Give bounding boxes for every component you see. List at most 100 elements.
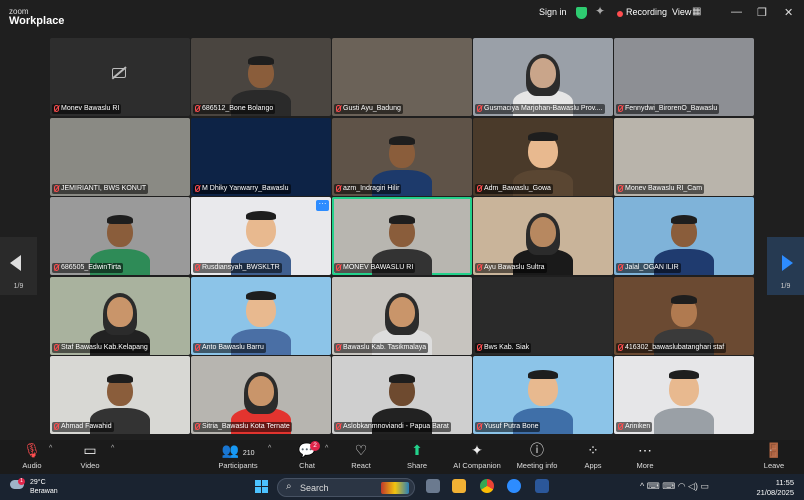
participant-tile[interactable]: Yusuf Putra Bone <box>473 356 613 434</box>
participant-tile[interactable]: 686505_EdwinTirta <box>50 197 190 275</box>
participant-name: Jalal_OGAN ILIR <box>616 263 681 273</box>
participant-tile[interactable]: 416302_bawaslubatanghari staf <box>614 276 754 355</box>
hair <box>107 374 133 383</box>
previous-page-button[interactable]: 1/9 <box>0 237 37 295</box>
participant-name: Ariniken <box>616 422 653 432</box>
mic-muted-icon <box>336 105 341 112</box>
participant-name-text: Adm_Bawaslu_Gowa <box>484 184 551 192</box>
participant-tile[interactable]: Bawaslu Kab. Tasikmalaya <box>332 276 472 355</box>
mic-muted-icon <box>477 423 482 430</box>
participants-label: Participants <box>218 461 258 470</box>
participant-tile[interactable]: Staf Bawaslu Kab.Kelapang <box>50 276 190 355</box>
close-button[interactable]: ✕ <box>784 6 793 19</box>
participant-tile[interactable]: Monev Bawaslu RI_Cam <box>614 117 754 196</box>
video-options-chevron-icon[interactable]: ^ <box>111 445 114 452</box>
participants-options-chevron-icon[interactable]: ^ <box>268 445 271 452</box>
mic-muted-icon <box>195 423 200 430</box>
participant-name: Monev Bawaslu RI_Cam <box>616 183 705 194</box>
system-tray-icons[interactable]: ^ ⌨ ⌨ ◠ ◁) ▭ <box>640 481 709 492</box>
zoom-app-icon[interactable] <box>507 479 521 493</box>
participant-name: Ayu Bawaslu Sultra <box>475 263 547 273</box>
participant-name-text: Bawaslu Kab. Tasikmalaya <box>343 343 427 351</box>
participant-name-text: Bws Kab. Siak <box>484 343 530 351</box>
view-button[interactable]: View <box>672 7 691 17</box>
title-bar: zoom Workplace Sign in ✦ Recording View … <box>0 0 804 30</box>
temperature: 29°C <box>30 479 46 486</box>
participant-tile[interactable]: Gusmaciya Marjohan-Bawaslu Prov.... <box>473 38 613 116</box>
participant-tile[interactable]: Sitria_Bawaslu Kota Ternate <box>191 356 331 434</box>
participant-name: Aslobkanmnoviandi - Papua Barat <box>334 422 451 432</box>
zoom-logo: zoom Workplace <box>9 5 64 27</box>
security-shield-icon[interactable] <box>576 7 587 19</box>
tile-options-button[interactable]: ··· <box>316 200 329 211</box>
participant-head <box>248 376 274 406</box>
recording-label[interactable]: Recording <box>626 7 667 17</box>
next-page-button[interactable]: 1/9 <box>767 237 804 295</box>
mic-muted-icon <box>54 264 59 271</box>
participant-name: Bws Kab. Siak <box>475 342 532 353</box>
participant-name-text: Aslobkanmnoviandi - Papua Barat <box>343 423 449 430</box>
page-indicator-right: 1/9 <box>780 283 791 290</box>
participant-name-text: 686505_EdwinTirta <box>61 264 122 271</box>
participant-name: Ahmad Fawahid <box>52 422 114 432</box>
leave-label: Leave <box>763 461 785 470</box>
participant-tile[interactable]: MONEV BAWASLU RI <box>332 197 472 275</box>
minimize-button[interactable]: — <box>731 6 742 18</box>
hair <box>246 211 276 220</box>
participant-tile[interactable]: ··· Rusdiansyah_BWSKLTR <box>191 197 331 275</box>
task-view-icon[interactable] <box>426 479 440 493</box>
participant-name: Fennydwi_BirorenO_Bawaslu <box>616 104 720 114</box>
participant-name-text: Anto Bawaslu Barru <box>202 343 264 351</box>
more-button[interactable]: ⋯ More <box>610 441 680 470</box>
recording-dot-icon <box>617 11 623 17</box>
video-label: Video <box>80 461 100 470</box>
participant-tile[interactable]: Ariniken <box>614 356 754 434</box>
participant-name-text: M Dhiky Yanwarry_Bawaslu <box>202 184 289 192</box>
participants-button[interactable]: 👥 210 Participants <box>203 441 273 470</box>
participant-tile[interactable]: azm_Indragiri Hilir <box>332 117 472 196</box>
word-icon[interactable] <box>535 479 549 493</box>
participant-name: Sitria_Bawaslu Kota Ternate <box>193 422 292 432</box>
mic-muted-icon <box>477 105 482 112</box>
participant-tile[interactable]: Monev Bawaslu RI <box>50 38 190 116</box>
participant-tile[interactable]: Adm_Bawaslu_Gowa <box>473 117 613 196</box>
participant-tile[interactable]: M Dhiky Yanwarry_Bawaslu <box>191 117 331 196</box>
taskbar-search[interactable]: ⌕ Search <box>277 478 415 497</box>
mic-muted-icon <box>477 264 482 271</box>
video-button[interactable]: ▭ Video <box>55 441 125 470</box>
chrome-icon[interactable] <box>480 479 494 493</box>
participant-name-text: Rusdiansyah_BWSKLTR <box>202 264 280 271</box>
participant-name: MONEV BAWASLU RI <box>334 263 416 273</box>
weather-widget[interactable]: 1 29°C Berawan <box>10 478 58 496</box>
more-label: More <box>636 461 654 470</box>
ai-sparkle-icon[interactable]: ✦ <box>595 4 605 18</box>
restore-button[interactable]: ❐ <box>757 6 767 19</box>
leave-button[interactable]: 🚪 Leave <box>739 441 804 470</box>
participant-tile[interactable]: 686512_Bone Bolango <box>191 38 331 116</box>
windows-start-icon[interactable] <box>255 480 268 493</box>
video-grid: Monev Bawaslu RI 686512_Bone Bolango Gusti… <box>50 38 754 435</box>
file-explorer-icon[interactable] <box>452 479 466 493</box>
grid-view-icon[interactable]: ▦ <box>692 6 701 17</box>
arrow-right-icon <box>782 255 793 271</box>
participant-tile[interactable]: Bws Kab. Siak <box>473 276 613 355</box>
participant-tile[interactable]: Jalal_OGAN ILIR <box>614 197 754 275</box>
mic-muted-icon <box>336 343 341 351</box>
participant-name-text: 416302_bawaslubatanghari staf <box>625 343 725 351</box>
sign-in-button[interactable]: Sign in <box>539 7 567 17</box>
participants-count: 210 <box>242 450 255 457</box>
audio-options-chevron-icon[interactable]: ^ <box>49 445 52 452</box>
participant-tile[interactable]: Anto Bawaslu Barru <box>191 276 331 355</box>
windows-taskbar: 1 29°C Berawan ⌕ Search ^ ⌨ ⌨ ◠ ◁) ▭ 11:… <box>0 474 804 500</box>
participant-tile[interactable]: Ayu Bawaslu Sultra <box>473 197 613 275</box>
search-placeholder: Search <box>300 483 329 493</box>
participant-tile[interactable]: Fennydwi_BirorenO_Bawaslu <box>614 38 754 116</box>
participant-tile[interactable]: JEMIRIANTI, BWS KONUT <box>50 117 190 196</box>
page-indicator-left: 1/9 <box>13 283 24 290</box>
more-dots-icon: ⋯ <box>638 442 652 458</box>
participant-name-text: Jalal_OGAN ILIR <box>625 264 679 271</box>
clock[interactable]: 11:55 21/08/2025 <box>752 478 794 498</box>
participant-tile[interactable]: Aslobkanmnoviandi - Papua Barat <box>332 356 472 434</box>
participant-tile[interactable]: Ahmad Fawahid <box>50 356 190 434</box>
participant-tile[interactable]: Gusti Ayu_Badung <box>332 38 472 116</box>
